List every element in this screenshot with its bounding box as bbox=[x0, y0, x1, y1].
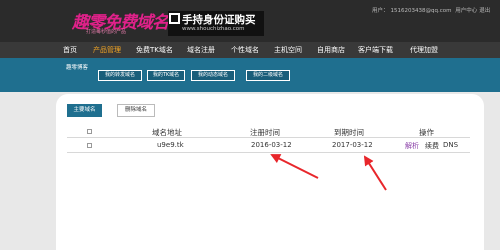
dns-link[interactable]: DNS bbox=[443, 141, 458, 149]
nav-item-products[interactable]: 产品管理 bbox=[93, 45, 121, 55]
ad-logo-icon bbox=[169, 13, 180, 24]
nav-item-hosting[interactable]: 主机空间 bbox=[274, 45, 302, 55]
logout-link[interactable]: 退出 bbox=[479, 8, 490, 14]
top-header: 趣零免费域名 打造每秒值的产品 手持身份证购买 www.shouchizhao.… bbox=[0, 0, 500, 42]
nav-item-store[interactable]: 自用商店 bbox=[317, 45, 345, 55]
my-tk-domains-button[interactable]: 我的TK域名 bbox=[147, 70, 185, 81]
ad-title: 手持身份证购买 bbox=[182, 14, 256, 26]
select-all-checkbox[interactable] bbox=[87, 129, 92, 134]
ad-banner[interactable]: 手持身份证购买 www.shouchizhao.com bbox=[168, 11, 264, 36]
renew-link[interactable]: 续费 bbox=[425, 141, 439, 151]
domain-name: u9e9.tk bbox=[157, 141, 184, 149]
domain-panel: 主要域名 删除域名 域名地址 注册时间 到期时间 操作 u9e9.tk 2016… bbox=[56, 94, 484, 250]
main-nav: 首页 产品管理 免费TK域名 域名注册 个性域名 主机空间 自用商店 客户端下载… bbox=[0, 42, 500, 58]
sub-toolbar: 趣零博客 我的转发域名 我的TK域名 我的动态域名 我的二级域名 bbox=[0, 58, 500, 92]
my-forward-domains-button[interactable]: 我的转发域名 bbox=[98, 70, 142, 81]
row-checkbox[interactable] bbox=[87, 143, 92, 148]
user-email: 1516203438@qq.com bbox=[390, 8, 452, 14]
logo-tagline: 打造每秒值的产品 bbox=[86, 29, 127, 35]
my-subdomains-button[interactable]: 我的二级域名 bbox=[246, 70, 290, 81]
nav-item-client-download[interactable]: 客户端下载 bbox=[358, 45, 393, 55]
user-label: 用户： bbox=[372, 8, 389, 14]
user-bar: 用户： 1516203438@qq.com 用户中心 退出 bbox=[372, 6, 492, 14]
tab-delete-domains[interactable]: 删除域名 bbox=[117, 104, 155, 117]
tab-main-domains[interactable]: 主要域名 bbox=[67, 104, 102, 117]
subbar-label: 趣零博客 bbox=[66, 65, 89, 71]
expiry-date: 2017-03-12 bbox=[332, 141, 373, 149]
resolve-link[interactable]: 解析 bbox=[405, 141, 419, 151]
nav-item-register[interactable]: 域名注册 bbox=[187, 45, 215, 55]
registered-date: 2016-03-12 bbox=[251, 141, 292, 149]
nav-item-agent[interactable]: 代理加盟 bbox=[410, 45, 438, 55]
ad-url: www.shouchizhao.com bbox=[182, 26, 245, 32]
site-logo[interactable]: 趣零免费域名 打造每秒值的产品 bbox=[72, 8, 169, 36]
header-divider bbox=[67, 137, 470, 138]
my-dynamic-domains-button[interactable]: 我的动态域名 bbox=[191, 70, 235, 81]
nav-item-custom-domain[interactable]: 个性域名 bbox=[231, 45, 259, 55]
nav-item-free-tk[interactable]: 免费TK域名 bbox=[136, 45, 173, 55]
user-center-link[interactable]: 用户中心 bbox=[455, 8, 477, 14]
row-divider bbox=[67, 152, 470, 153]
nav-item-home[interactable]: 首页 bbox=[63, 45, 77, 55]
